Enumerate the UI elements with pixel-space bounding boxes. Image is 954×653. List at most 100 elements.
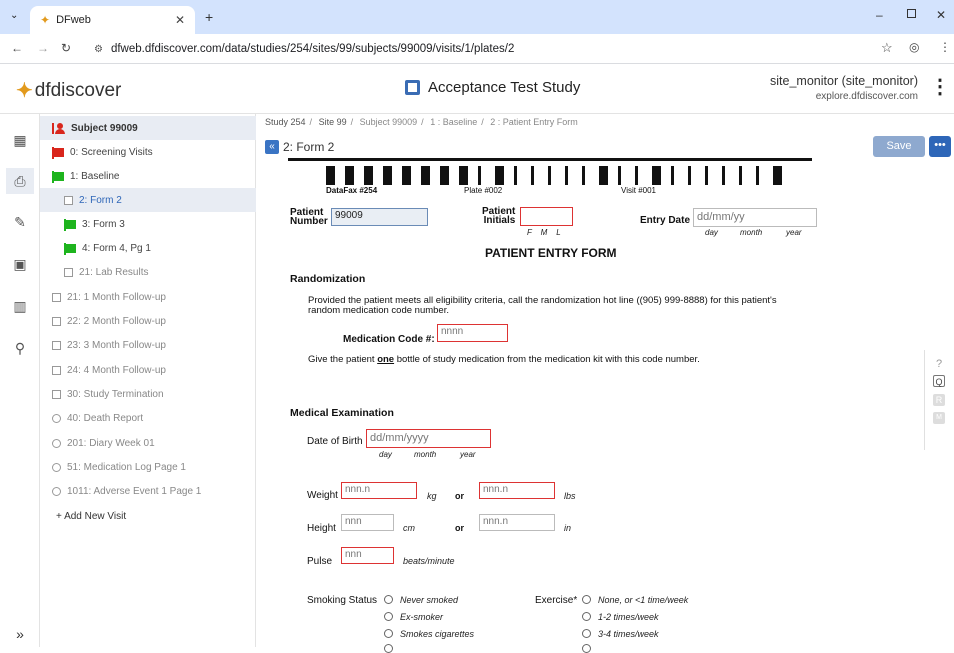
subject-header[interactable]: Subject 99009 — [40, 116, 256, 140]
visit-label: 24: 4 Month Follow-up — [67, 364, 166, 376]
maximize-icon[interactable] — [907, 9, 916, 18]
smoking-ex-radio[interactable] — [384, 612, 393, 621]
dob-field[interactable]: dd/mm/yyyy — [366, 429, 491, 448]
plate-item-form-3[interactable]: 3: Form 3 — [40, 212, 256, 236]
visit-item-1[interactable]: 1: Baseline — [40, 164, 256, 188]
visit-label: 0: Screening Visits — [70, 146, 153, 158]
plate-item-lab-results[interactable]: 21: Lab Results — [40, 260, 256, 284]
entry-date-field[interactable]: dd/mm/yy — [693, 208, 817, 227]
breadcrumb-plate: 2 : Patient Entry Form — [490, 117, 578, 127]
user-name: site_monitor (site_monitor) — [770, 74, 918, 88]
query-icon[interactable]: Q — [933, 375, 945, 387]
exercise-1-2-radio[interactable] — [582, 612, 591, 621]
queries-icon[interactable]: ▣ — [12, 256, 28, 272]
breadcrumb-site[interactable]: Site 99 — [319, 117, 347, 127]
breadcrumb-subject[interactable]: Subject 99009 — [360, 117, 418, 127]
visit-item-21[interactable]: 21: 1 Month Follow-up — [40, 285, 256, 309]
dfdiscover-logo[interactable]: ✦ dfdiscover — [16, 78, 121, 103]
dob-label: Date of Birth — [307, 436, 363, 447]
medication-code-field[interactable]: nnnn — [437, 324, 508, 342]
close-window-icon[interactable]: ✕ — [936, 8, 946, 22]
barcode-bar — [326, 166, 335, 185]
plate-label: 2: Form 2 — [79, 194, 122, 206]
barcode-bar — [548, 166, 551, 185]
visit-list: Subject 99009 0: Screening Visits 1: Bas… — [40, 114, 256, 647]
browser-menu-icon[interactable]: ⋮ — [939, 40, 951, 54]
user-info[interactable]: site_monitor (site_monitor) explore.dfdi… — [770, 73, 918, 105]
bookmark-star-icon[interactable]: ☆ — [881, 40, 893, 56]
smoking-current-radio[interactable] — [384, 629, 393, 638]
smoking-more-radio[interactable] — [384, 644, 393, 653]
weight-lbs-field[interactable]: nnn.n — [479, 482, 555, 499]
visit-label: 30: Study Termination — [67, 388, 164, 400]
visit-item-22[interactable]: 22: 2 Month Follow-up — [40, 309, 256, 333]
new-tab-icon[interactable]: + — [205, 9, 213, 25]
save-button[interactable]: Save — [873, 136, 925, 157]
form-title: PATIENT ENTRY FORM — [485, 246, 617, 260]
smoking-current-label: Smokes cigarettes — [400, 629, 475, 639]
checkbox-icon — [52, 292, 61, 302]
forward-icon[interactable]: → — [37, 41, 49, 55]
patient-number-label: Patient Number — [290, 207, 328, 227]
subjects-icon[interactable]: ⎙ — [6, 168, 34, 194]
weight-kg-field[interactable]: nnn.n — [341, 482, 417, 499]
exercise-label: Exercise* — [535, 595, 578, 606]
reason-icon[interactable]: R — [933, 394, 945, 406]
visit-item-30[interactable]: 30: Study Termination — [40, 382, 256, 406]
height-in-field[interactable]: nnn.n — [479, 514, 555, 531]
circle-icon — [52, 413, 61, 423]
visit-item-1011[interactable]: 1011: Adverse Event 1 Page 1 — [40, 479, 256, 503]
visit-item-201[interactable]: 201: Diary Week 01 — [40, 431, 256, 455]
visit-item-40[interactable]: 40: Death Report — [40, 406, 256, 430]
browser-toolbar: ← → ↻ ⚙ dfweb.dfdiscover.com/data/studie… — [0, 34, 954, 64]
breadcrumb-visit[interactable]: 1 : Baseline — [430, 117, 477, 127]
exercise-more-radio[interactable] — [582, 644, 591, 653]
add-new-visit-button[interactable]: + Add New Visit — [40, 504, 256, 528]
close-tab-icon[interactable]: ✕ — [175, 13, 185, 27]
smoking-never-label: Never smoked — [400, 595, 459, 605]
exercise-none-radio[interactable] — [582, 595, 591, 604]
more-actions-button[interactable]: ••• — [929, 136, 951, 157]
back-icon[interactable]: ← — [11, 41, 23, 55]
plate-item-form-2[interactable]: 2: Form 2 — [40, 188, 256, 212]
exercise-3-4-radio[interactable] — [582, 629, 591, 638]
help-icon[interactable]: ? — [933, 358, 945, 370]
exercise-none-label: None, or <1 time/week — [598, 595, 689, 605]
patient-initials-field[interactable] — [520, 207, 573, 226]
red-flag-icon — [52, 146, 64, 159]
visit-item-51[interactable]: 51: Medication Log Page 1 — [40, 455, 256, 479]
expand-rail-icon[interactable]: » — [12, 626, 28, 642]
browser-tab[interactable]: ✦ DFweb ✕ — [30, 6, 195, 34]
minimize-icon[interactable]: – — [876, 8, 883, 22]
visit-item-24[interactable]: 24: 4 Month Follow-up — [40, 358, 256, 382]
patient-number-field[interactable]: 99009 — [331, 208, 428, 226]
checkbox-icon — [52, 389, 61, 399]
visit-item-23[interactable]: 23: 3 Month Follow-up — [40, 333, 256, 357]
reports-icon[interactable]: ▥ — [12, 298, 28, 314]
breadcrumb-study[interactable]: Study 254 — [265, 117, 306, 127]
profile-icon[interactable]: ◎ — [909, 40, 919, 54]
search-records-icon[interactable]: ⚲ — [12, 340, 28, 356]
visit-item-0[interactable]: 0: Screening Visits — [40, 140, 256, 164]
audit-icon[interactable]: M — [933, 412, 945, 424]
reload-icon[interactable]: ↻ — [61, 41, 71, 55]
medical-exam-heading: Medical Examination — [290, 407, 394, 419]
dashboard-icon[interactable]: ▦ — [12, 132, 28, 148]
url-text: dfweb.dfdiscover.com/data/studies/254/si… — [110, 43, 515, 55]
plate-label: 21: Lab Results — [79, 266, 149, 278]
height-label: Height — [307, 523, 336, 534]
collapse-panel-button[interactable]: « — [265, 140, 279, 154]
pulse-field[interactable]: nnn — [341, 547, 394, 564]
edit-records-icon[interactable]: ✎ — [12, 214, 28, 230]
user-menu-icon[interactable]: ⋮ — [930, 74, 950, 99]
site-info-icon[interactable]: ⚙ — [94, 44, 103, 55]
tab-list-icon[interactable]: ⌄ — [10, 10, 18, 21]
visit-label: 22: 2 Month Follow-up — [67, 315, 166, 327]
smoking-never-radio[interactable] — [384, 595, 393, 604]
barcode-bar — [402, 166, 411, 185]
plate-item-form-4[interactable]: 4: Form 4, Pg 1 — [40, 236, 256, 260]
height-cm-field[interactable]: nnn — [341, 514, 394, 531]
plate-label: 4: Form 4, Pg 1 — [82, 242, 151, 254]
address-bar[interactable]: ⚙ dfweb.dfdiscover.com/data/studies/254/… — [80, 37, 900, 61]
medication-code-label: Medication Code #: — [343, 334, 435, 345]
